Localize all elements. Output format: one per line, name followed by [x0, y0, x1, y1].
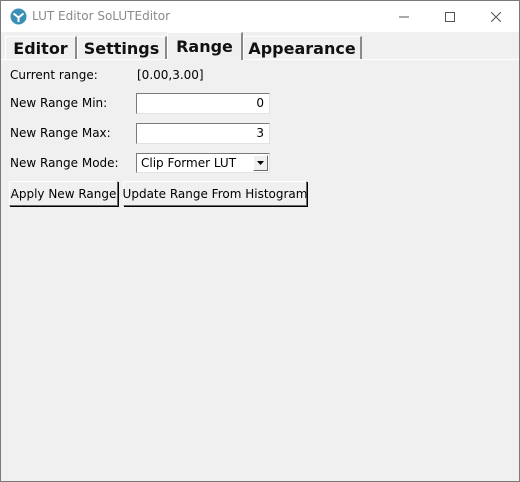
- new-range-max-label: New Range Max:: [10, 126, 111, 140]
- tab-appearance[interactable]: Appearance: [243, 36, 362, 59]
- new-range-min-field[interactable]: 0: [136, 93, 270, 114]
- new-range-mode-select[interactable]: Clip Former LUT: [136, 153, 270, 173]
- close-icon: [491, 11, 501, 22]
- tab-bar: Editor Settings Range Appearance: [1, 32, 519, 60]
- new-range-mode-label: New Range Mode:: [10, 156, 119, 170]
- tab-range[interactable]: Range: [167, 32, 243, 60]
- app-window: LUT Editor SoLUTEditor Editor Settings R…: [0, 0, 520, 482]
- current-range-label: Current range:: [10, 68, 98, 82]
- tab-divider: [1, 59, 519, 60]
- minimize-button[interactable]: [381, 1, 427, 32]
- app-logo-icon: [10, 8, 27, 25]
- new-range-mode-value: Clip Former LUT: [141, 156, 237, 170]
- dropdown-arrow-icon[interactable]: [253, 155, 268, 171]
- window-title: LUT Editor SoLUTEditor: [32, 9, 171, 23]
- tab-editor[interactable]: Editor: [5, 36, 77, 59]
- apply-new-range-button[interactable]: Apply New Range: [9, 181, 118, 206]
- maximize-button[interactable]: [427, 1, 473, 32]
- new-range-min-label: New Range Min:: [10, 96, 108, 110]
- minimize-icon: [399, 16, 409, 17]
- tab-settings[interactable]: Settings: [77, 36, 167, 59]
- close-button[interactable]: [473, 1, 519, 32]
- new-range-max-field[interactable]: 3: [136, 123, 270, 144]
- current-range-value: [0.00,3.00]: [137, 68, 204, 82]
- maximize-icon: [445, 11, 455, 22]
- update-range-from-histogram-button[interactable]: Update Range From Histogram: [123, 181, 307, 206]
- title-bar[interactable]: LUT Editor SoLUTEditor: [1, 1, 519, 32]
